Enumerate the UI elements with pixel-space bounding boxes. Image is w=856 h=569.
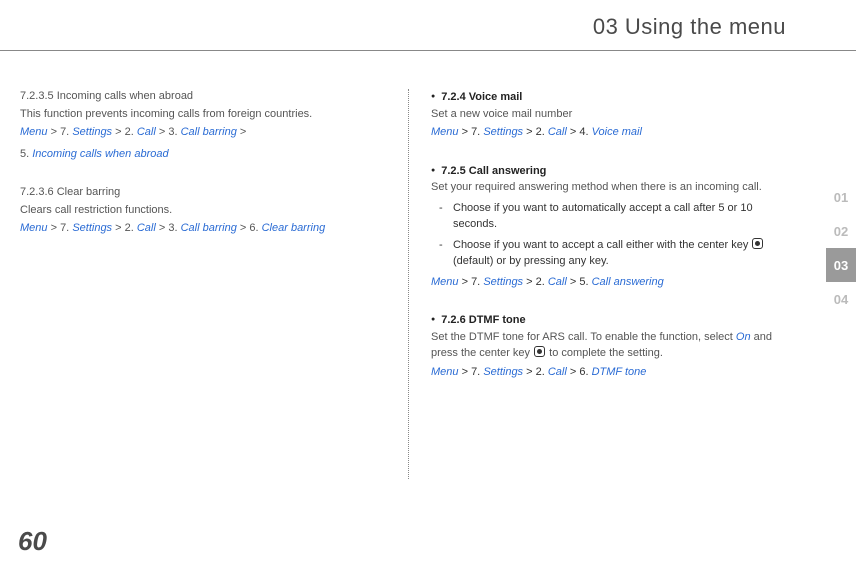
path-callbarring: Call barring bbox=[181, 126, 237, 138]
side-tabs: 01 02 03 04 bbox=[826, 180, 856, 316]
path-menu: Menu bbox=[431, 366, 459, 378]
path-callbarring: Call barring bbox=[181, 222, 237, 234]
chapter-title: 03 Using the menu bbox=[593, 14, 786, 39]
list-text-b: (default) or by pressing any key. bbox=[453, 255, 609, 267]
list-item: - Choose if you want to automatically ac… bbox=[439, 200, 788, 233]
tab-02[interactable]: 02 bbox=[826, 214, 856, 248]
path-voicemail: Voice mail bbox=[592, 126, 642, 138]
left-column: 7.2.3.5 Incoming calls when abroad This … bbox=[20, 89, 408, 479]
section-7-2-4: 7.2.4 Voice mail bbox=[431, 89, 788, 106]
path-callanswering: Call answering bbox=[592, 276, 664, 288]
path-settings: Settings bbox=[72, 222, 112, 234]
list-text: Choose if you want to automatically acce… bbox=[453, 200, 788, 233]
nav-path: Menu > 7. Settings > 2. Call > 6. DTMF t… bbox=[431, 364, 788, 381]
section-7-2-6-desc: Set the DTMF tone for ARS call. To enabl… bbox=[431, 329, 788, 362]
nav-path: Menu > 7. Settings > 2. Call > 3. Call b… bbox=[20, 221, 386, 237]
tab-03[interactable]: 03 bbox=[826, 248, 856, 282]
right-column: 7.2.4 Voice mail Set a new voice mail nu… bbox=[408, 89, 788, 479]
desc-part1: Set the DTMF tone for ARS call. To enabl… bbox=[431, 331, 736, 343]
path-settings: Settings bbox=[483, 276, 523, 288]
section-7-2-3-6-desc: Clears call restriction functions. bbox=[20, 203, 386, 219]
page-number: 60 bbox=[18, 526, 47, 557]
path-sep: > 2. bbox=[523, 126, 548, 138]
dash: - bbox=[439, 237, 453, 270]
section-7-2-3-5-title: 7.2.3.5 Incoming calls when abroad bbox=[20, 89, 386, 105]
path-settings: Settings bbox=[483, 366, 523, 378]
path-sep: > 7. bbox=[459, 126, 484, 138]
desc-part3: to complete the setting. bbox=[546, 347, 663, 359]
path-call: Call bbox=[137, 222, 156, 234]
path-clearbarring: Clear barring bbox=[262, 222, 326, 234]
path-call: Call bbox=[137, 126, 156, 138]
path-sep: > 2. bbox=[112, 126, 137, 138]
list-text: Choose if you want to accept a call eith… bbox=[453, 237, 788, 270]
content-area: 7.2.3.5 Incoming calls when abroad This … bbox=[0, 51, 856, 479]
chapter-header: 03 Using the menu bbox=[0, 0, 856, 40]
center-key-icon bbox=[534, 346, 545, 357]
path-sep: > 7. bbox=[459, 366, 484, 378]
path-num: 5. bbox=[20, 148, 32, 160]
nav-path: Menu > 7. Settings > 2. Call > 3. Call b… bbox=[20, 125, 386, 141]
section-7-2-5-desc: Set your required answering method when … bbox=[431, 179, 788, 196]
path-call: Call bbox=[548, 276, 567, 288]
section-7-2-6-title: 7.2.6 DTMF tone bbox=[441, 314, 525, 326]
path-sep: > 3. bbox=[156, 222, 181, 234]
list-text-a: Choose if you want to accept a call eith… bbox=[453, 239, 751, 251]
path-sep: > 4. bbox=[567, 126, 592, 138]
nav-path: Menu > 7. Settings > 2. Call > 5. Call a… bbox=[431, 274, 788, 291]
path-settings: Settings bbox=[72, 126, 112, 138]
path-sep: > 6. bbox=[237, 222, 262, 234]
dash-list: - Choose if you want to automatically ac… bbox=[431, 200, 788, 270]
section-7-2-3-5-desc: This function prevents incoming calls fr… bbox=[20, 107, 386, 123]
nav-path-line2: 5. Incoming calls when abroad bbox=[20, 147, 386, 163]
tab-04[interactable]: 04 bbox=[826, 282, 856, 316]
path-sep: > 6. bbox=[567, 366, 592, 378]
path-sep: > 3. bbox=[156, 126, 181, 138]
path-incoming-abroad: Incoming calls when abroad bbox=[32, 148, 168, 160]
on-keyword: On bbox=[736, 331, 751, 343]
path-sep: > 7. bbox=[459, 276, 484, 288]
path-settings: Settings bbox=[483, 126, 523, 138]
path-sep: > 7. bbox=[48, 126, 73, 138]
path-call: Call bbox=[548, 366, 567, 378]
path-sep: > 2. bbox=[523, 366, 548, 378]
center-key-icon bbox=[752, 238, 763, 249]
path-sep: > bbox=[237, 126, 246, 138]
dash: - bbox=[439, 200, 453, 233]
section-7-2-4-title: 7.2.4 Voice mail bbox=[441, 91, 522, 103]
section-7-2-6: 7.2.6 DTMF tone bbox=[431, 312, 788, 329]
path-menu: Menu bbox=[20, 222, 48, 234]
path-dtmf: DTMF tone bbox=[592, 366, 647, 378]
path-menu: Menu bbox=[431, 126, 459, 138]
path-sep: > 7. bbox=[48, 222, 73, 234]
section-7-2-5: 7.2.5 Call answering bbox=[431, 163, 788, 180]
path-sep: > 5. bbox=[567, 276, 592, 288]
section-7-2-3-6-title: 7.2.3.6 Clear barring bbox=[20, 185, 386, 201]
path-sep: > 2. bbox=[523, 276, 548, 288]
nav-path: Menu > 7. Settings > 2. Call > 4. Voice … bbox=[431, 124, 788, 141]
path-sep: > 2. bbox=[112, 222, 137, 234]
list-item: - Choose if you want to accept a call ei… bbox=[439, 237, 788, 270]
section-7-2-4-desc: Set a new voice mail number bbox=[431, 106, 788, 123]
section-7-2-5-title: 7.2.5 Call answering bbox=[441, 165, 546, 177]
path-menu: Menu bbox=[20, 126, 48, 138]
path-call: Call bbox=[548, 126, 567, 138]
tab-01[interactable]: 01 bbox=[826, 180, 856, 214]
path-menu: Menu bbox=[431, 276, 459, 288]
